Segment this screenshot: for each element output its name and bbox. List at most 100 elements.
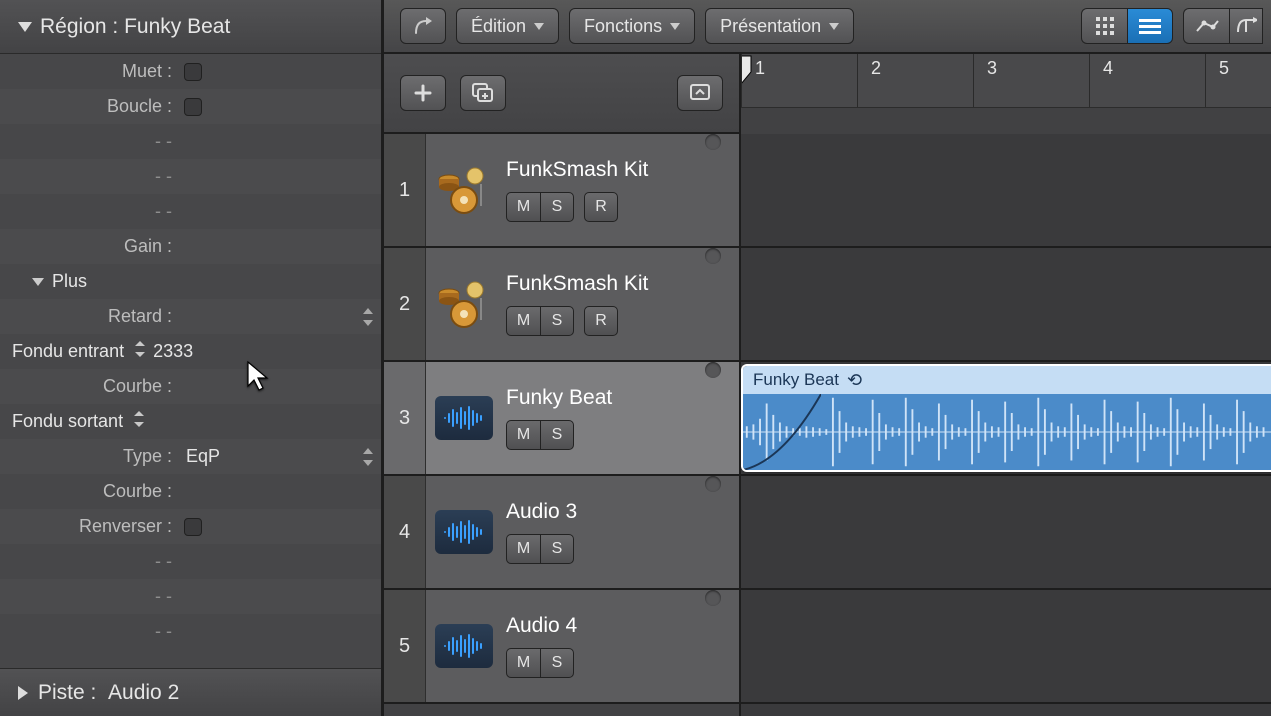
track-number: 5 — [384, 590, 426, 702]
record-indicator[interactable] — [705, 590, 721, 606]
mute-checkbox[interactable] — [184, 63, 202, 81]
track-name: Audio 4 — [506, 614, 705, 638]
footer-track: Audio 2 — [108, 681, 179, 705]
view-menu[interactable]: Présentation — [705, 8, 854, 44]
label-courbe-2: Courbe : — [0, 481, 178, 502]
timeline[interactable]: 12345 Funky Beat⟲ — [741, 54, 1271, 716]
tracks-toolbar: Édition Fonctions Présentation — [384, 0, 1271, 54]
label-courbe-1: Courbe : — [0, 376, 178, 397]
dash-3: - - — [0, 201, 178, 222]
audio-region[interactable]: Funky Beat⟲ — [741, 364, 1271, 472]
dash-6: - - — [0, 621, 178, 642]
track-number: 3 — [384, 362, 426, 474]
drum-kit-icon — [426, 248, 502, 360]
fondu-entrant-mode-stepper[interactable] — [135, 341, 145, 357]
timeline-row[interactable] — [741, 248, 1271, 362]
dash-5: - - — [0, 586, 178, 607]
audio-wave-icon — [426, 590, 502, 702]
plus-disclosure-row[interactable]: Plus — [0, 264, 381, 299]
mute-button[interactable]: M — [506, 534, 540, 564]
flex-button[interactable] — [1229, 8, 1263, 44]
chevron-down-icon — [534, 23, 544, 30]
solo-button[interactable]: S — [540, 420, 574, 450]
inspector-header-prefix: Région : — [40, 15, 118, 39]
timeline-row[interactable] — [741, 590, 1271, 704]
view-mode-grid[interactable] — [1081, 8, 1127, 44]
ruler-number: 1 — [755, 58, 765, 79]
inspector-footer[interactable]: Piste : Audio 2 — [0, 668, 381, 716]
solo-button[interactable]: S — [540, 306, 574, 336]
ruler-number: 2 — [871, 58, 881, 79]
ruler[interactable]: 12345 — [741, 54, 1271, 134]
label-fondu-sortant: Fondu sortant — [0, 411, 144, 432]
mute-button[interactable]: M — [506, 306, 540, 336]
solo-button[interactable]: S — [540, 648, 574, 678]
functions-menu[interactable]: Fonctions — [569, 8, 695, 44]
edit-menu[interactable]: Édition — [456, 8, 559, 44]
mute-button[interactable]: M — [506, 648, 540, 678]
drum-kit-icon — [426, 134, 502, 246]
track-name: FunkSmash Kit — [506, 158, 705, 182]
inspector-header[interactable]: Région : Funky Beat — [0, 0, 381, 54]
label-gain: Gain : — [0, 236, 178, 257]
view-mode-segment — [1081, 8, 1173, 44]
record-indicator[interactable] — [705, 248, 721, 264]
automation-button[interactable] — [1183, 8, 1229, 44]
disclosure-plus-icon[interactable] — [32, 278, 44, 286]
mute-button[interactable]: M — [506, 420, 540, 450]
label-boucle: Boucle : — [0, 96, 178, 117]
global-tracks-button[interactable] — [677, 75, 723, 111]
region-inspector: Région : Funky Beat Muet : Boucle : - - … — [0, 0, 384, 716]
record-enable-button[interactable]: R — [584, 192, 618, 222]
ruler-number: 3 — [987, 58, 997, 79]
track-header[interactable]: 4Audio 3MS — [384, 476, 739, 590]
track-header-column: 1FunkSmash KitMSR2FunkSmash KitMSR3Funky… — [384, 54, 741, 716]
fade-in-curve[interactable] — [743, 394, 821, 470]
label-type: Type : — [0, 446, 178, 467]
timeline-row[interactable]: Funky Beat⟲ — [741, 362, 1271, 476]
disclosure-right-icon[interactable] — [18, 686, 28, 700]
reverse-checkbox[interactable] — [184, 518, 202, 536]
track-number: 2 — [384, 248, 426, 360]
view-mode-list[interactable] — [1127, 8, 1173, 44]
label-muet: Muet : — [0, 61, 178, 82]
loop-checkbox[interactable] — [184, 98, 202, 116]
track-name: FunkSmash Kit — [506, 272, 705, 296]
mute-button[interactable]: M — [506, 192, 540, 222]
loop-icon: ⟲ — [847, 370, 862, 391]
type-stepper[interactable] — [363, 448, 373, 466]
disclosure-down-icon[interactable] — [18, 22, 32, 32]
inspector-header-name: Funky Beat — [124, 15, 230, 39]
label-fondu-entrant: Fondu entrant — [0, 341, 145, 362]
chevron-down-icon — [829, 23, 839, 30]
track-number: 1 — [384, 134, 426, 246]
timeline-row[interactable] — [741, 476, 1271, 590]
track-name: Funky Beat — [506, 386, 705, 410]
automation-segment — [1183, 8, 1263, 44]
fondu-sortant-mode-stepper[interactable] — [134, 411, 144, 427]
fondu-entrant-value[interactable]: 2333 — [145, 341, 193, 362]
add-track-button[interactable] — [400, 75, 446, 111]
label-renverser: Renverser : — [0, 516, 178, 537]
track-header[interactable]: 3 Funky Beat MS — [384, 362, 739, 476]
chevron-down-icon — [670, 23, 680, 30]
track-header[interactable]: 1 FunkSmash Kit MSR — [384, 134, 739, 248]
track-header[interactable]: 2 FunkSmash Kit MSR — [384, 248, 739, 362]
type-value[interactable]: EqP — [178, 446, 220, 467]
audio-wave-icon — [426, 362, 502, 474]
track-name: Audio 3 — [506, 500, 705, 524]
timeline-row[interactable] — [741, 134, 1271, 248]
record-indicator[interactable] — [705, 134, 721, 150]
record-indicator[interactable] — [705, 362, 721, 378]
label-retard: Retard : — [0, 306, 178, 327]
catch-button[interactable] — [400, 8, 446, 44]
retard-stepper[interactable] — [363, 308, 373, 326]
duplicate-track-button[interactable] — [460, 75, 506, 111]
record-indicator[interactable] — [705, 476, 721, 492]
record-enable-button[interactable]: R — [584, 306, 618, 336]
track-header[interactable]: 5 Audio 4 MS — [384, 590, 739, 704]
solo-button[interactable]: S — [540, 192, 574, 222]
solo-button[interactable]: S — [540, 534, 574, 564]
dash-1: - - — [0, 131, 178, 152]
label-plus: Plus — [52, 271, 87, 292]
